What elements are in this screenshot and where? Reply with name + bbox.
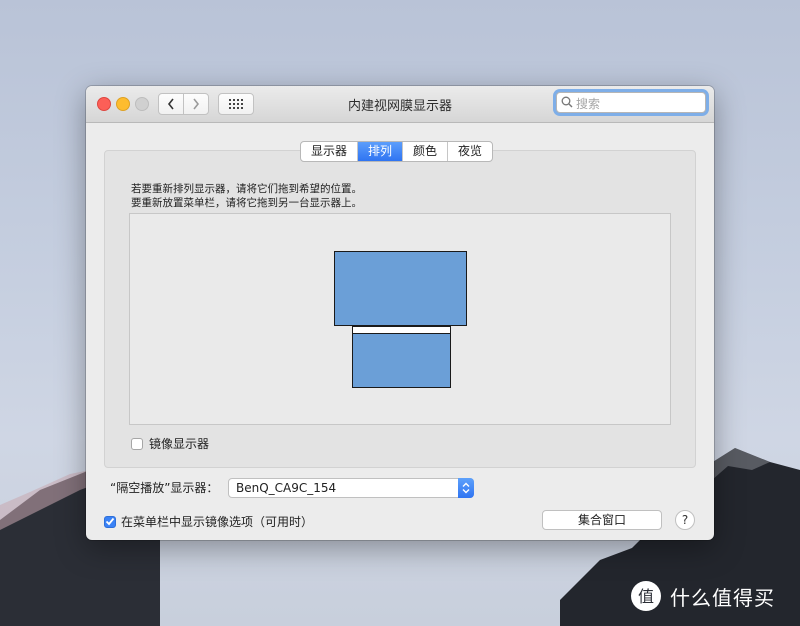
svg-text:值: 值: [638, 587, 654, 606]
tab-arrangement[interactable]: 排列: [358, 142, 404, 161]
tab-color[interactable]: 颜色: [403, 142, 449, 161]
help-button[interactable]: ?: [675, 510, 695, 530]
menu-bar-indicator[interactable]: [353, 327, 450, 334]
display-preferences-window: 内建视网膜显示器 搜索 显示器 排列 颜色 夜览 若要重新排列显示器，请将它们拖…: [86, 86, 714, 540]
show-mirroring-label: 在菜单栏中显示镜像选项（可用时）: [121, 515, 314, 529]
tab-display[interactable]: 显示器: [301, 142, 359, 161]
search-placeholder: 搜索: [576, 97, 601, 111]
title-bar: 内建视网膜显示器 搜索: [86, 86, 714, 123]
display-arrangement-area: [129, 213, 671, 425]
watermark: 值 什么值得买: [630, 580, 775, 612]
tab-night-shift[interactable]: 夜览: [448, 142, 492, 161]
show-mirroring-checkbox[interactable]: [104, 515, 116, 528]
mirror-displays-checkbox[interactable]: [131, 437, 143, 450]
mirror-displays-label: 镜像显示器: [149, 437, 210, 451]
arrange-instruction: 若要重新排列显示器，请将它们拖到希望的位置。: [131, 183, 362, 195]
show-mirroring-option[interactable]: 在菜单栏中显示镜像选项（可用时）: [104, 513, 313, 530]
watermark-text: 什么值得买: [670, 585, 775, 610]
search-icon: [561, 96, 573, 108]
airplay-display-value: BenQ_CA9C_154: [236, 481, 337, 495]
mirror-displays-option[interactable]: 镜像显示器: [131, 435, 209, 452]
airplay-display-row: “隔空播放”显示器：: [110, 479, 218, 496]
smzdm-logo-icon: 值: [631, 581, 661, 611]
airplay-display-select[interactable]: BenQ_CA9C_154: [228, 478, 474, 498]
checkmark-icon: [105, 517, 115, 526]
menubar-instruction: 要重新放置菜单栏，请将它拖到另一台显示器上。: [131, 197, 362, 209]
display-main[interactable]: [334, 251, 467, 326]
updown-arrows-icon: [458, 478, 474, 498]
display-secondary[interactable]: [352, 326, 451, 388]
airplay-display-label: “隔空播放”显示器：: [110, 481, 219, 495]
gather-windows-button[interactable]: 集合窗口: [542, 510, 662, 530]
tab-bar: 显示器 排列 颜色 夜览: [300, 141, 494, 162]
search-field[interactable]: 搜索: [556, 92, 706, 113]
arrangement-panel: 若要重新排列显示器，请将它们拖到希望的位置。 要重新放置菜单栏，请将它拖到另一台…: [104, 150, 696, 468]
